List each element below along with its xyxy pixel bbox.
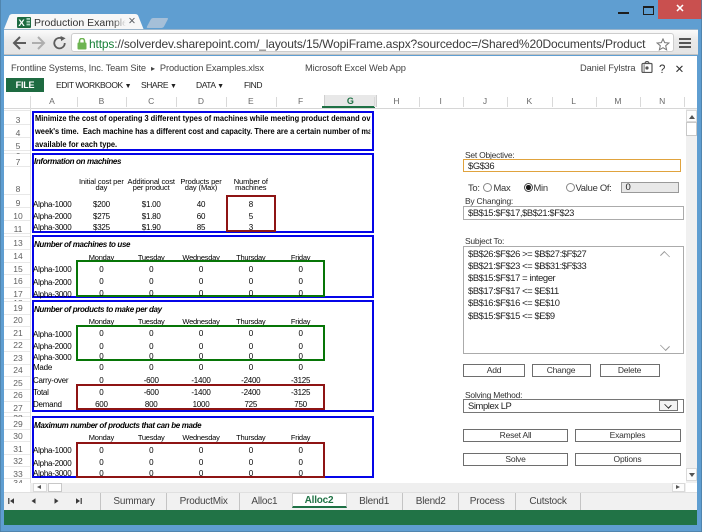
- svg-text:X: X: [18, 18, 25, 28]
